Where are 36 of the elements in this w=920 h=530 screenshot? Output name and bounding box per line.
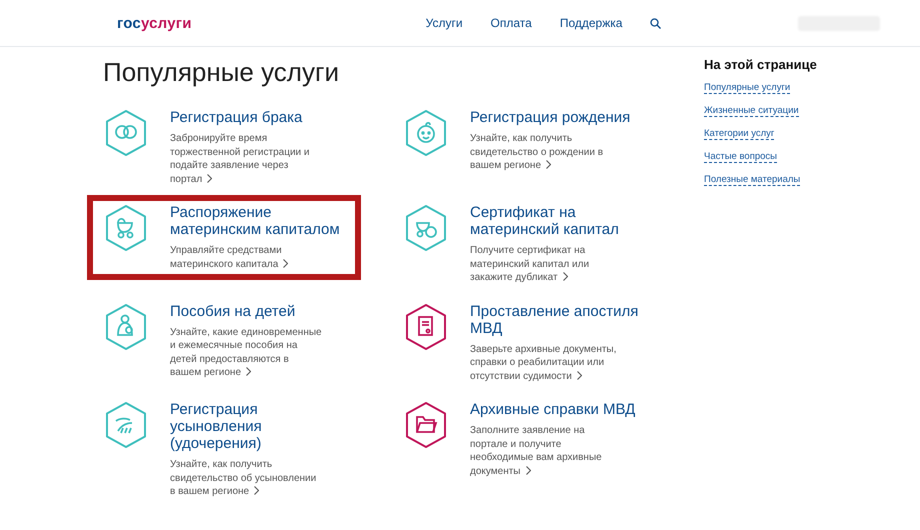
service-description: Забронируйте время торжественной регистрации и подайте заявление через портал (170, 132, 310, 186)
sidebar-link[interactable]: Категории услуг (704, 128, 774, 140)
nav-link[interactable]: Услуги (426, 16, 463, 30)
sidebar-link[interactable]: Частые вопросы (704, 151, 777, 163)
service-title[interactable]: Пособия на детей (170, 302, 345, 320)
service-description: Узнайте, как получить свидетельство о рождении в вашем регионе (470, 132, 604, 172)
nav-link[interactable]: Поддержка (560, 16, 622, 30)
service-title[interactable]: Распоряжение материнским капиталом (170, 204, 345, 238)
chevron-icon[interactable] (576, 370, 582, 380)
chevron-icon[interactable] (254, 486, 260, 495)
sidebar-title: На этой странице (704, 57, 817, 72)
service-description: Получите сертификат на материнский капитал или закажите дубликат (470, 244, 590, 284)
chevron-icon[interactable] (246, 367, 252, 376)
chevron-icon[interactable] (546, 160, 552, 169)
service-title[interactable]: Проставление апостиля МВД (470, 302, 645, 336)
service-title[interactable]: Архивные справки МВД (470, 401, 645, 418)
service-title[interactable]: Сертификат на материнский капитал (470, 204, 645, 238)
service-title[interactable]: Регистрация брака (170, 109, 345, 126)
chevron-icon[interactable] (283, 258, 288, 268)
service-description: Узнайте, какие единовременные и ежемесячные пособия на детей предоставляются в вашем регионе (170, 326, 322, 380)
service-description: Управляйте средствами материнского капитала (170, 244, 322, 271)
service-title[interactable]: Регистрация рождения (470, 109, 645, 126)
nav-link[interactable]: Оплата (490, 16, 532, 30)
chevron-icon[interactable] (562, 272, 568, 281)
service-description: Узнайте, как получить свидетельство об усыновлении в вашем регионе (170, 458, 318, 498)
service-title[interactable]: Регистрация усыновления (удочерения) (170, 401, 345, 452)
logo[interactable]: госуслуги (117, 14, 192, 32)
chevron-icon[interactable] (526, 466, 530, 474)
search-icon[interactable] (650, 18, 662, 28)
chevron-icon[interactable] (207, 174, 212, 182)
sidebar-link[interactable]: Полезные материалы (704, 174, 800, 186)
sidebar-link[interactable]: Популярные услуги (704, 82, 790, 94)
sidebar-link[interactable]: Жизненные ситуации (704, 105, 799, 117)
service-description: Заполните заявление на портале и получите необходимые вам архивные документы (470, 424, 603, 478)
service-description: Заверьте архивные документы, справки о реабилитации или отсутствии судимости (470, 342, 618, 383)
page-title: Популярные услуги (103, 56, 340, 88)
